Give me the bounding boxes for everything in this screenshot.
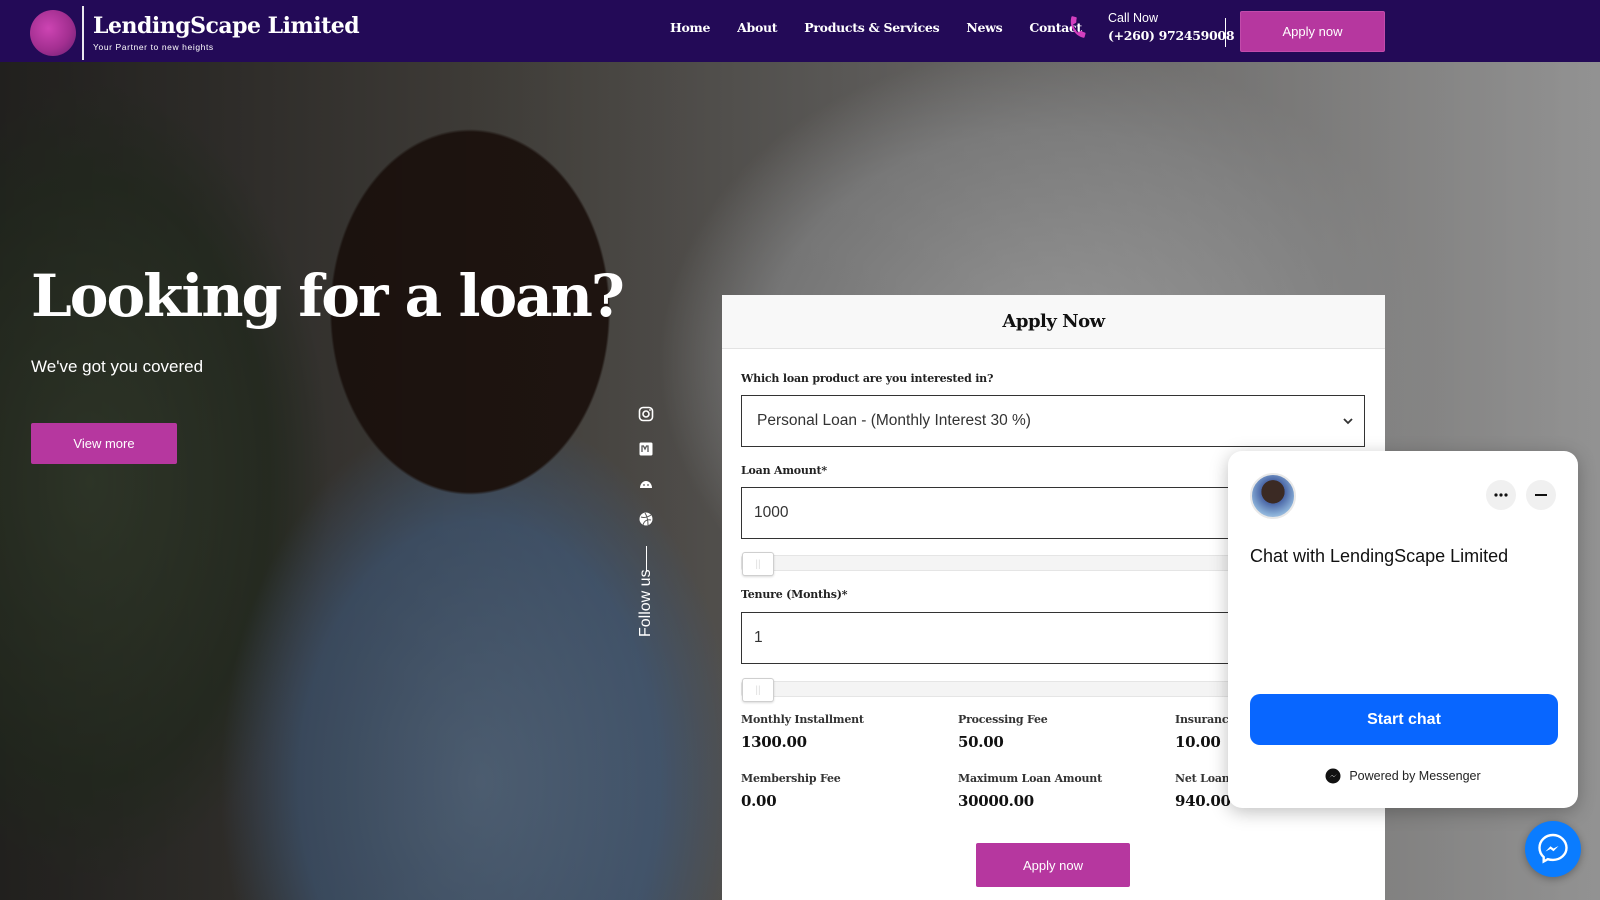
stat-label: Insurance: [1175, 713, 1236, 726]
powered-by-label: Powered by Messenger: [1349, 769, 1481, 783]
stat-insurance: Insurance 10.00: [1175, 713, 1235, 751]
nav-home[interactable]: Home: [670, 20, 710, 35]
phone-icon: [1070, 16, 1086, 38]
stat-value: 0.00: [741, 792, 777, 810]
stat-value: 30000.00: [958, 792, 1034, 810]
stat-maximum-loan-amount: Maximum Loan Amount 30000.00: [958, 772, 1102, 810]
stat-label: Monthly Installment: [741, 713, 864, 726]
brand-tagline: Your Partner to new heights: [93, 42, 214, 52]
messenger-chat-button[interactable]: [1525, 821, 1581, 877]
form-apply-button[interactable]: Apply now: [976, 843, 1130, 887]
follow-divider: [645, 546, 647, 572]
hero-subtitle: We've got you covered: [31, 357, 204, 376]
main-nav: Home About Products & Services News Cont…: [670, 20, 1109, 35]
loan-amount-slider-handle[interactable]: ||: [742, 552, 774, 576]
product-label: Which loan product are you interested in…: [741, 372, 994, 385]
start-chat-button[interactable]: Start chat: [1250, 694, 1558, 745]
stat-net-loan: Net Loan 940.00: [1175, 772, 1231, 810]
stat-value: 1300.00: [741, 733, 807, 751]
header-divider: [1225, 18, 1226, 47]
instagram-icon[interactable]: [638, 406, 654, 422]
stat-processing-fee: Processing Fee 50.00: [958, 713, 1048, 751]
messenger-icon: [1325, 768, 1341, 784]
chevron-down-icon: [1343, 418, 1353, 425]
stat-label: Maximum Loan Amount: [958, 772, 1102, 785]
call-label: Call Now: [1108, 11, 1159, 25]
avatar: [1250, 473, 1296, 519]
messenger-chat-widget: Chat with LendingScape Limited Start cha…: [1228, 451, 1578, 808]
amount-label: Loan Amount*: [741, 464, 827, 477]
stat-value: 50.00: [958, 733, 1004, 751]
stat-value: 940.00: [1175, 792, 1231, 810]
stat-membership-fee: Membership Fee 0.00: [741, 772, 841, 810]
chat-title: Chat with LendingScape Limited: [1250, 546, 1509, 566]
view-more-button[interactable]: View more: [31, 423, 177, 464]
form-title: Apply Now: [722, 295, 1385, 349]
tenure-label: Tenure (Months)*: [741, 588, 848, 601]
brand-logo[interactable]: LendingScape Limited Your Partner to new…: [30, 6, 360, 60]
logo-divider: [82, 6, 84, 60]
meetup-icon[interactable]: [638, 441, 654, 457]
tenure-slider-handle[interactable]: ||: [742, 678, 774, 702]
call-now[interactable]: Call Now (+260) 972459008: [1066, 11, 1235, 43]
stat-label: Membership Fee: [741, 772, 841, 785]
messenger-icon: [1538, 833, 1568, 864]
brand-name: LendingScape Limited: [93, 13, 360, 39]
stat-value: 10.00: [1175, 733, 1221, 751]
minimize-button[interactable]: [1526, 480, 1556, 510]
call-number[interactable]: (+260) 972459008: [1108, 28, 1235, 43]
nav-about[interactable]: About: [737, 20, 777, 35]
call-text: Call Now (+260) 972459008: [1108, 11, 1235, 43]
stat-label: Processing Fee: [958, 713, 1048, 726]
hero-title: Looking for a loan?: [31, 262, 625, 330]
more-icon: [1494, 493, 1508, 497]
nav-products-services[interactable]: Products & Services: [804, 20, 939, 35]
follow-us: Follow us: [632, 406, 660, 637]
nav-news[interactable]: News: [966, 20, 1002, 35]
android-icon[interactable]: [638, 476, 654, 492]
header-apply-button[interactable]: Apply now: [1240, 11, 1385, 52]
follow-us-label: Follow us: [637, 569, 654, 637]
minimize-icon: [1535, 494, 1547, 496]
powered-by: Powered by Messenger: [1228, 768, 1578, 784]
dribbble-icon[interactable]: [638, 511, 654, 527]
stat-label: Net Loan: [1175, 772, 1230, 785]
loan-product-value: Personal Loan - (Monthly Interest 30 %): [757, 412, 1031, 429]
logo-text: LendingScape Limited Your Partner to new…: [93, 13, 360, 52]
logo-mark-icon: [30, 10, 76, 56]
loan-product-select[interactable]: Personal Loan - (Monthly Interest 30 %): [741, 395, 1365, 447]
site-header: LendingScape Limited Your Partner to new…: [0, 0, 1600, 62]
stat-monthly-installment: Monthly Installment 1300.00: [741, 713, 864, 751]
more-options-button[interactable]: [1486, 480, 1516, 510]
